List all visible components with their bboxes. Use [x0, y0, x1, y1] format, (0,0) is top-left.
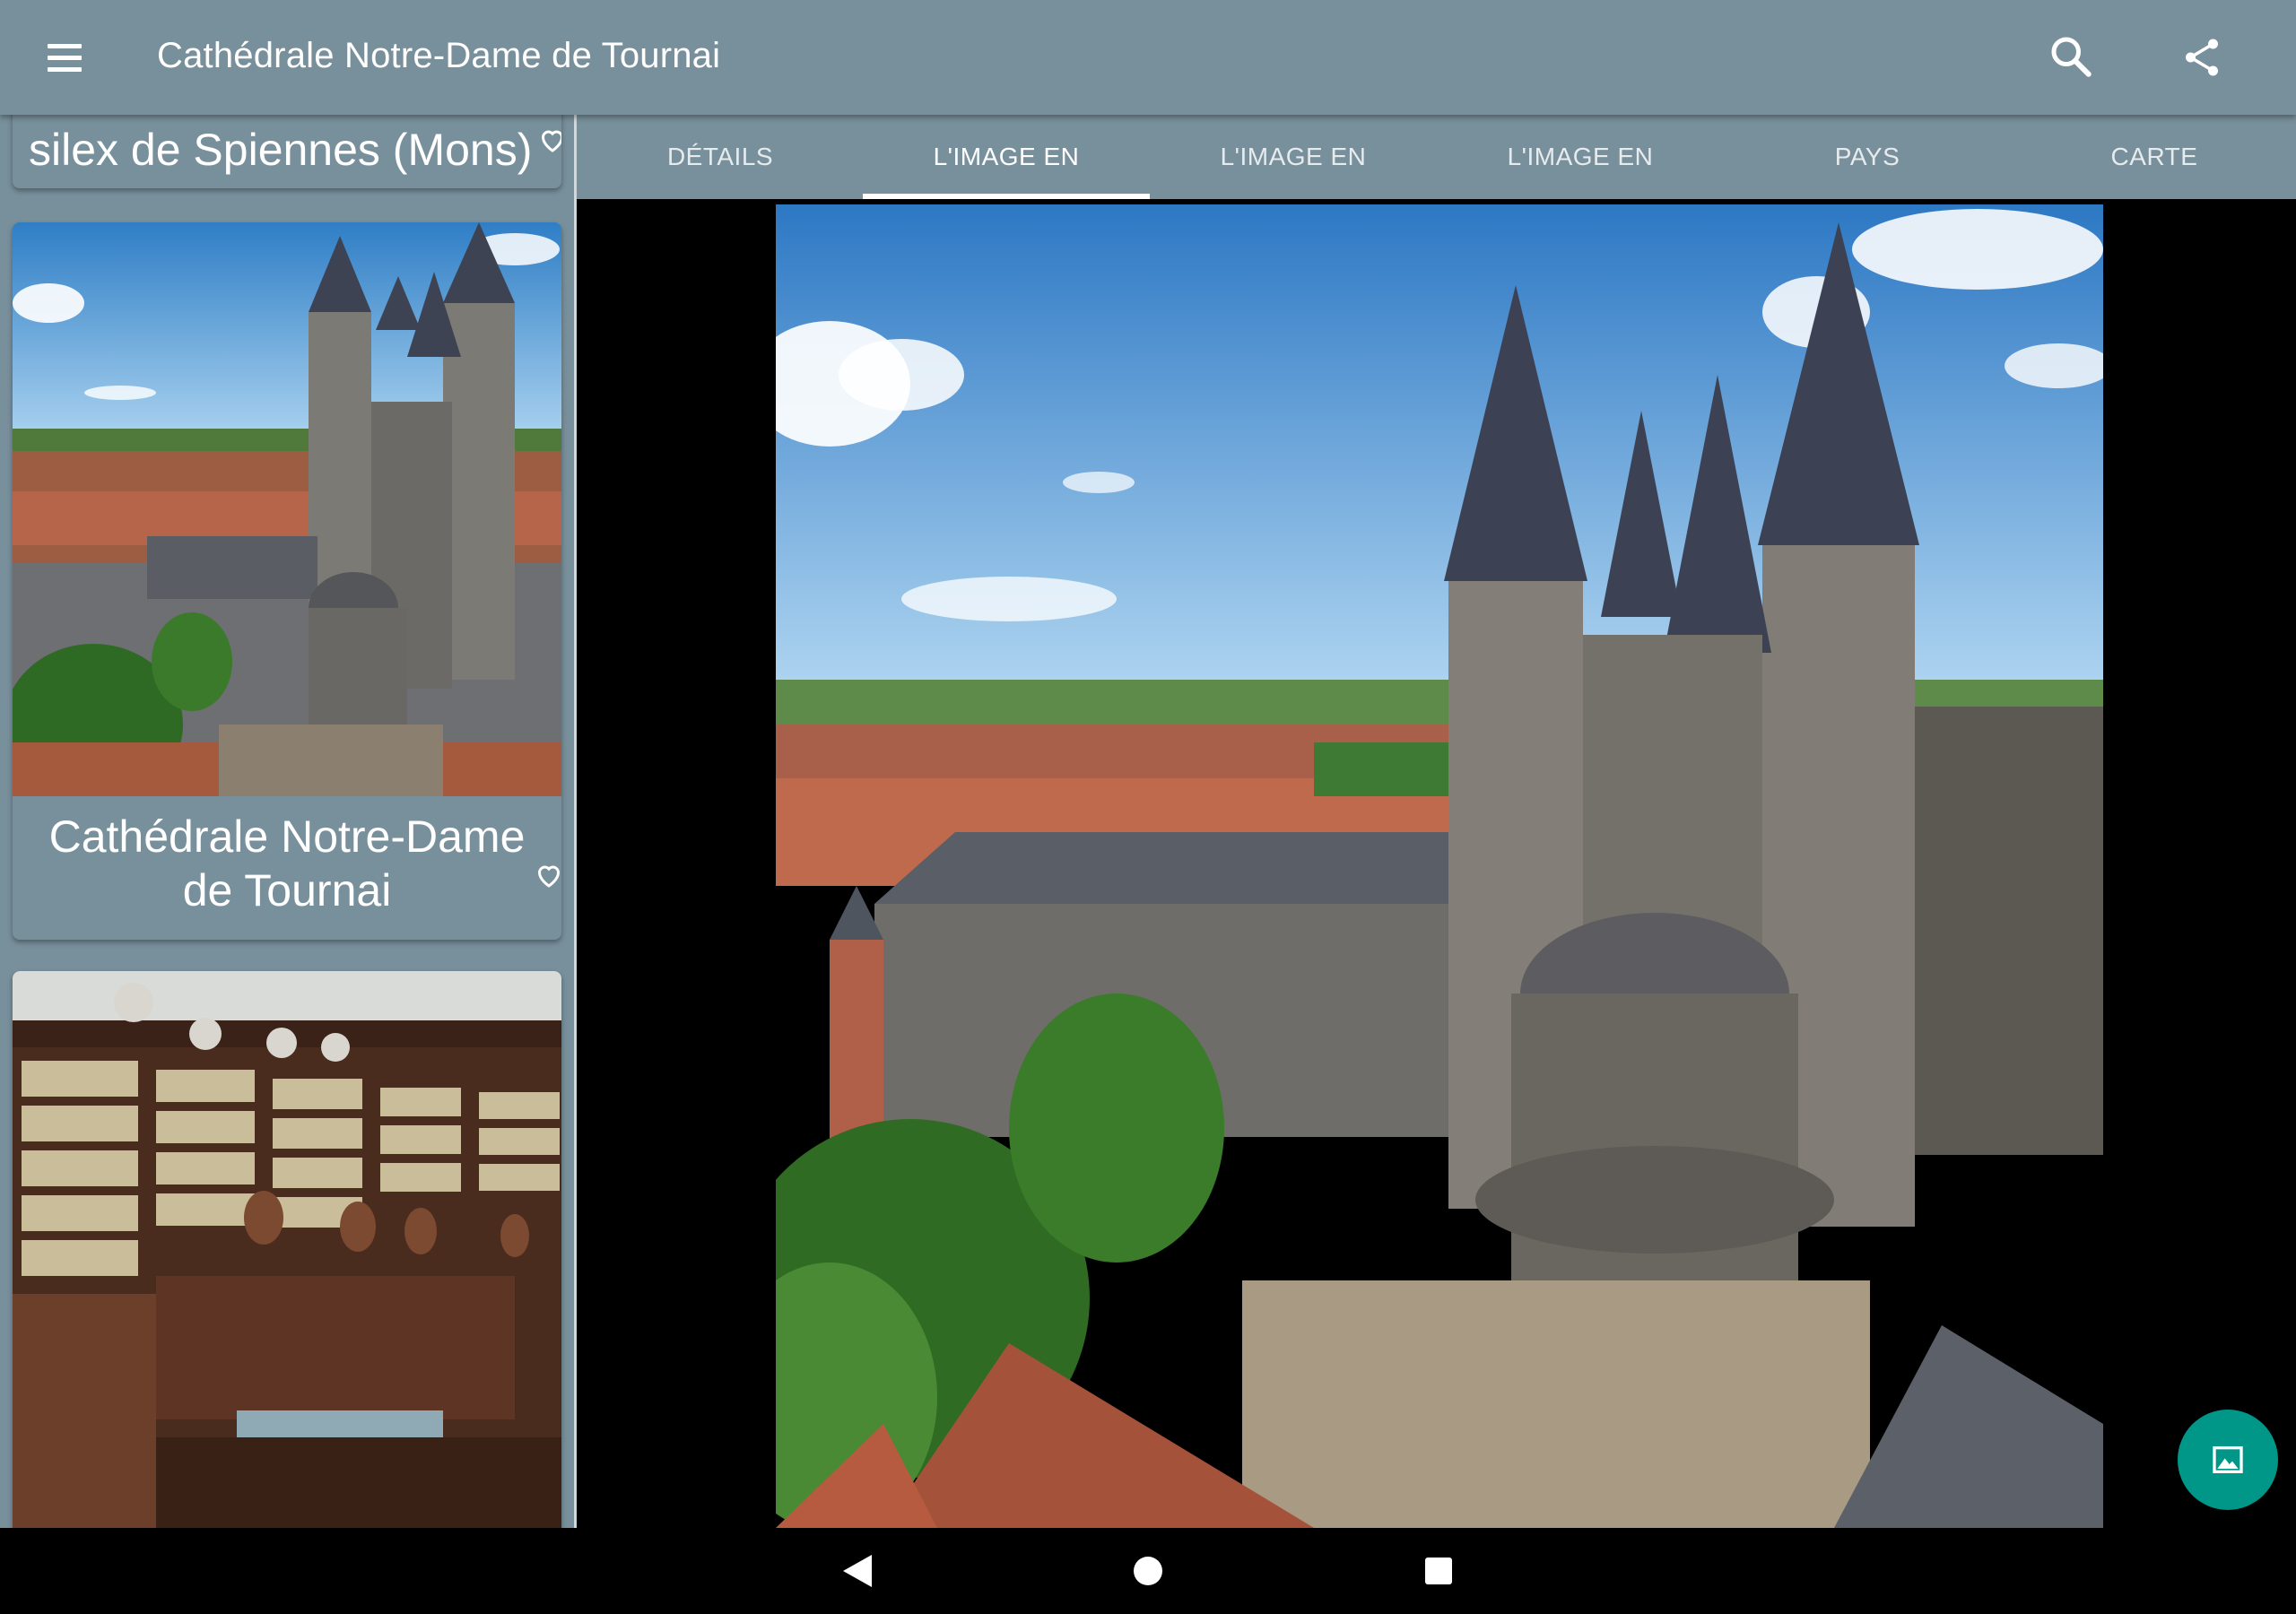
card-title: Cathédrale Notre-Dame de Tournai: [48, 811, 526, 915]
recents-button[interactable]: [1412, 1544, 1465, 1598]
share-button[interactable]: [2175, 30, 2229, 84]
tab-image-3[interactable]: L'IMAGE EN: [1437, 115, 1724, 199]
card-title: silex de Spiennes (Mons): [29, 125, 533, 175]
hamburger-menu-icon: [48, 43, 82, 48]
tab-image-1[interactable]: L'IMAGE EN: [863, 115, 1150, 199]
share-icon: [2186, 39, 2218, 76]
place-list: silex de Spiennes (Mons) Cathédrale Notr…: [0, 115, 574, 1528]
home-button[interactable]: [1121, 1544, 1175, 1598]
tab-image-2[interactable]: L'IMAGE EN: [1150, 115, 1437, 199]
tab-selected-indicator: [863, 194, 1150, 199]
image-icon: [2213, 1446, 2243, 1473]
library-thumbnail: [13, 971, 561, 1528]
back-button[interactable]: [831, 1544, 884, 1598]
tab-details[interactable]: DÉTAILS: [577, 115, 864, 199]
menu-button[interactable]: [38, 30, 91, 84]
home-circle-icon: [1134, 1557, 1162, 1585]
cathedral-photo[interactable]: [776, 204, 2103, 1528]
app-bar: Cathédrale Notre-Dame de Tournai: [0, 0, 2296, 115]
tab-bar: DÉTAILS L'IMAGE EN L'IMAGE EN L'IMAGE EN…: [577, 115, 2296, 199]
list-card[interactable]: [13, 971, 561, 1528]
tab-country[interactable]: PAYS: [1724, 115, 2011, 199]
list-card[interactable]: silex de Spiennes (Mons): [13, 115, 561, 188]
gallery-fab[interactable]: [2178, 1410, 2278, 1510]
system-nav-bar: [0, 1528, 2296, 1614]
heart-outline-icon[interactable]: [536, 124, 561, 156]
list-card-selected[interactable]: Cathédrale Notre-Dame de Tournai: [13, 222, 561, 940]
hamburger-line: [48, 66, 82, 72]
tab-map[interactable]: CARTE: [2011, 115, 2296, 199]
hamburger-line: [48, 55, 82, 60]
search-button[interactable]: [2045, 30, 2099, 84]
heart-outline-icon[interactable]: [533, 859, 561, 891]
back-triangle-icon: [843, 1555, 872, 1587]
recents-square-icon: [1425, 1558, 1452, 1584]
search-icon: [2051, 37, 2092, 77]
cathedral-thumbnail: [13, 222, 561, 796]
page-title: Cathédrale Notre-Dame de Tournai: [157, 36, 721, 75]
